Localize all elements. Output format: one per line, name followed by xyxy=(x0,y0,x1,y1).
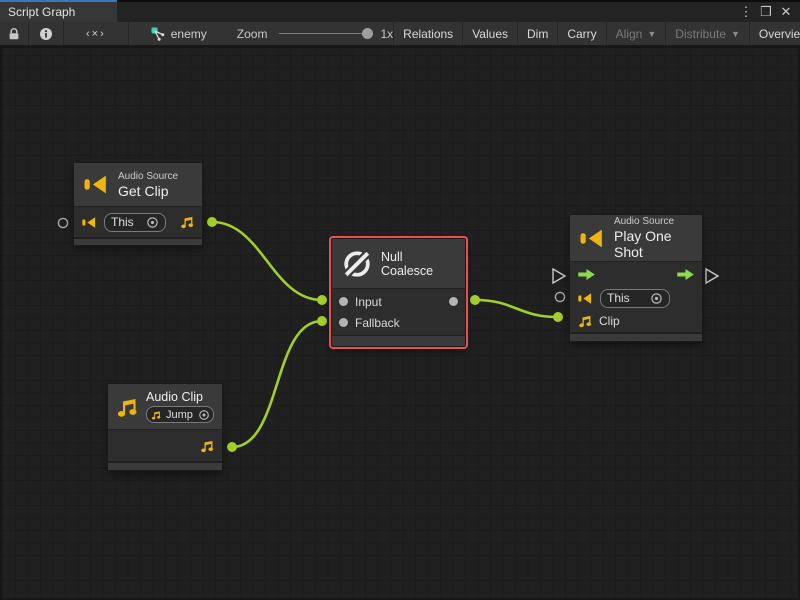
zoom-label: Zoom xyxy=(237,27,268,41)
lock-button[interactable] xyxy=(0,22,29,45)
graph-name: enemy xyxy=(171,27,207,41)
lock-icon xyxy=(7,27,21,41)
zoom-value: 1x xyxy=(380,27,393,41)
node-row-input: Input xyxy=(332,291,465,312)
info-icon xyxy=(39,27,53,41)
node-footer xyxy=(570,332,702,341)
port-playoneshot-clip[interactable] xyxy=(553,312,563,322)
node-get-clip[interactable]: Audio Source Get Clip This xyxy=(73,162,203,246)
align-button: Align ▼ xyxy=(607,22,667,45)
node-row: This xyxy=(74,207,202,237)
node-header: Audio Source Play One Shot xyxy=(570,215,702,262)
clip-field[interactable]: Jump xyxy=(146,406,214,423)
menu-icon[interactable]: ⋮ xyxy=(738,4,754,20)
audio-source-icon xyxy=(580,228,605,249)
object-picker-icon[interactable] xyxy=(146,216,159,229)
node-header: Audio Clip Jump xyxy=(108,384,222,430)
dim-button[interactable]: Dim xyxy=(518,22,558,45)
object-picker-icon[interactable] xyxy=(198,409,210,421)
toolbar-buttons: Relations Values Dim Carry Align ▼ Distr… xyxy=(393,22,800,45)
window-controls: ⋮ ❒ ✕ xyxy=(738,2,800,22)
audio-clip-icon xyxy=(180,215,194,229)
graph-breadcrumb[interactable]: enemy xyxy=(151,22,207,45)
dropdown-caret-icon: ▼ xyxy=(731,29,740,39)
audio-source-icon xyxy=(84,174,109,195)
fallback-pin-icon[interactable] xyxy=(339,318,348,327)
graph-icon xyxy=(151,27,165,41)
graph-canvas[interactable]: Audio Source Get Clip This Null Coalesce xyxy=(0,46,800,600)
port-playoneshot-enter[interactable] xyxy=(553,269,565,283)
port-null-fallback[interactable] xyxy=(317,316,327,326)
port-null-input[interactable] xyxy=(317,295,327,305)
zoom-slider[interactable] xyxy=(279,33,371,34)
wire-audioclip-to-fallback[interactable] xyxy=(232,321,322,447)
audio-clip-icon xyxy=(200,439,214,453)
node-category: Audio Source xyxy=(118,171,178,182)
zoom-control: Zoom 1x xyxy=(237,22,393,45)
node-row-fallback: Fallback xyxy=(332,312,465,333)
port-getclip-target[interactable] xyxy=(58,218,67,227)
script-graph-window: Script Graph ⋮ ❒ ✕ ‹×› enemy Zoom 1x xyxy=(0,0,800,600)
dropdown-caret-icon: ▼ xyxy=(647,29,656,39)
node-row xyxy=(108,430,222,461)
node-row-flow xyxy=(570,262,702,286)
node-footer xyxy=(108,461,222,470)
node-footer xyxy=(74,237,202,245)
flow-out-arrow-icon[interactable] xyxy=(677,269,694,280)
node-title: Audio Clip xyxy=(146,390,214,404)
node-play-one-shot[interactable]: Audio Source Play One Shot This Clip xyxy=(569,214,703,342)
distribute-button: Distribute ▼ xyxy=(666,22,750,45)
port-playoneshot-exit[interactable] xyxy=(706,269,718,283)
relations-button[interactable]: Relations xyxy=(393,22,463,45)
close-icon[interactable]: ✕ xyxy=(778,4,794,20)
node-title: Play One Shot xyxy=(614,228,692,260)
values-button[interactable]: Values xyxy=(463,22,518,45)
target-field[interactable]: This xyxy=(104,213,166,232)
wire-getclip-to-input[interactable] xyxy=(212,222,322,300)
port-getclip-output[interactable] xyxy=(207,217,217,227)
port-null-output[interactable] xyxy=(470,295,480,305)
code-icon: ‹×› xyxy=(86,28,106,40)
node-category: Audio Source xyxy=(614,216,692,227)
null-coalesce-icon xyxy=(342,249,372,279)
input-pin-icon[interactable] xyxy=(339,297,348,306)
node-audio-clip[interactable]: Audio Clip Jump xyxy=(107,383,223,471)
node-header: Null Coalesce xyxy=(332,239,465,289)
tab-script-graph[interactable]: Script Graph xyxy=(0,0,117,22)
audio-clip-icon xyxy=(116,396,138,418)
tab-bar: Script Graph ⋮ ❒ ✕ xyxy=(0,0,800,22)
object-picker-icon[interactable] xyxy=(650,292,663,305)
target-field[interactable]: This xyxy=(600,289,670,308)
audio-source-icon xyxy=(578,292,593,305)
info-button[interactable] xyxy=(29,22,64,45)
carry-button[interactable]: Carry xyxy=(558,22,606,45)
node-title: Get Clip xyxy=(118,183,178,199)
node-row-target: This xyxy=(570,286,702,310)
graph-toolbar: ‹×› enemy Zoom 1x Relations Values Dim C… xyxy=(0,22,800,46)
node-header: Audio Source Get Clip xyxy=(74,163,202,207)
zoom-slider-handle[interactable] xyxy=(362,28,373,39)
wire-null-to-clip[interactable] xyxy=(475,300,558,317)
audio-source-icon xyxy=(82,216,97,229)
audio-clip-icon xyxy=(151,410,161,420)
port-playoneshot-target[interactable] xyxy=(555,292,564,301)
node-footer xyxy=(332,335,465,346)
flow-in-arrow-icon[interactable] xyxy=(578,269,595,280)
overview-button[interactable]: Overview xyxy=(750,22,800,45)
audio-clip-icon xyxy=(578,314,592,328)
code-view-button[interactable]: ‹×› xyxy=(64,22,129,45)
tab-title: Script Graph xyxy=(8,5,75,19)
output-pin-icon[interactable] xyxy=(449,297,458,306)
node-title: Null Coalesce xyxy=(381,250,455,278)
port-audioclip-output[interactable] xyxy=(227,442,237,452)
node-row-clip: Clip xyxy=(570,310,702,332)
node-null-coalesce[interactable]: Null Coalesce Input Fallback xyxy=(331,238,466,347)
maximize-icon[interactable]: ❒ xyxy=(758,4,774,20)
